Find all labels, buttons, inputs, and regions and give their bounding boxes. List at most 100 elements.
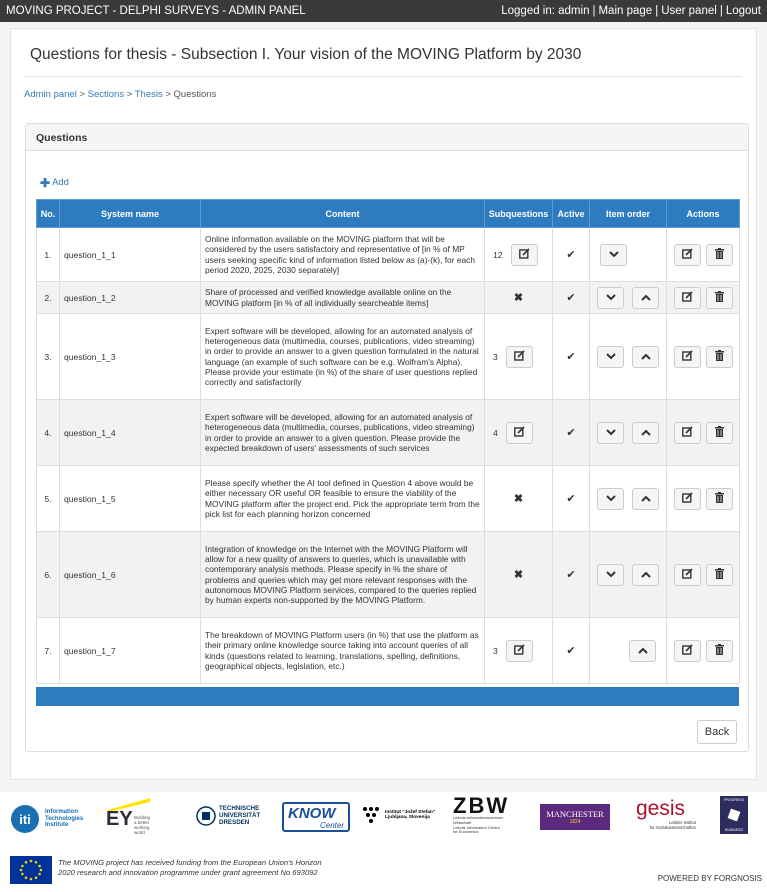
breadcrumb-sections[interactable]: Sections xyxy=(88,89,124,100)
cell-subquestions: 3 xyxy=(484,313,553,400)
page-title: Questions for thesis - Subsection I. You… xyxy=(30,46,582,63)
edit-subquestions-button[interactable] xyxy=(505,421,533,444)
manchester-logo: MANCHESTER 1824 xyxy=(540,804,610,830)
no-subquestions-icon: ✖ xyxy=(513,569,524,581)
edit-icon xyxy=(681,349,693,364)
move-up-button[interactable] xyxy=(629,639,656,662)
cell-active: ✔ xyxy=(552,281,590,314)
cell-content: Share of processed and verified knowledg… xyxy=(200,281,485,314)
cell-no: 6. xyxy=(36,531,60,618)
logout-link[interactable]: Logout xyxy=(726,5,761,17)
chevron-down-icon xyxy=(605,351,616,363)
move-up-button[interactable] xyxy=(632,421,659,444)
cell-item-order xyxy=(589,531,667,618)
cell-active: ✔ xyxy=(552,531,590,618)
header-content: Content xyxy=(200,199,485,228)
delete-question-button[interactable] xyxy=(705,563,733,586)
cell-content: The breakdown of MOVING Platform users (… xyxy=(200,617,485,684)
main-page-link[interactable]: Main page xyxy=(598,5,652,17)
move-up-button[interactable] xyxy=(632,345,659,368)
edit-subquestions-button[interactable] xyxy=(510,243,538,266)
subquestion-count: 3 xyxy=(493,351,498,362)
delete-question-button[interactable] xyxy=(705,421,733,444)
zbw-logo: ZBW Leibniz-Informationszentrum Wirtscha… xyxy=(453,793,510,835)
cell-subquestions: ✖ xyxy=(484,531,553,618)
cell-actions xyxy=(666,465,740,532)
cell-system-name: question_1_3 xyxy=(59,313,201,400)
funding-footer: The MOVING project has received funding … xyxy=(0,852,767,892)
edit-question-button[interactable] xyxy=(673,563,701,586)
cell-actions xyxy=(666,617,740,684)
move-up-button[interactable] xyxy=(632,563,659,586)
cell-actions xyxy=(666,227,740,282)
chevron-up-icon xyxy=(640,493,651,505)
breadcrumb: Admin panel > Sections > Thesis > Questi… xyxy=(24,89,217,100)
cell-item-order xyxy=(589,617,667,684)
chevron-up-icon xyxy=(640,292,651,304)
header-item-order: Item order xyxy=(589,199,667,228)
move-down-button[interactable] xyxy=(597,345,624,368)
user-panel-link[interactable]: User panel xyxy=(661,5,717,17)
delete-question-button[interactable] xyxy=(705,639,733,662)
add-question-button[interactable]: ✚ Add xyxy=(40,177,69,189)
know-center-logo: KNOW Center xyxy=(282,802,350,832)
check-icon: ✔ xyxy=(566,427,576,439)
edit-question-button[interactable] xyxy=(673,345,701,368)
trash-icon xyxy=(714,567,724,582)
delete-question-button[interactable] xyxy=(705,487,733,510)
edit-question-button[interactable] xyxy=(673,286,701,309)
delete-question-button[interactable] xyxy=(705,243,733,266)
check-icon: ✔ xyxy=(566,249,576,261)
cell-item-order xyxy=(589,399,667,466)
cell-no: 4. xyxy=(36,399,60,466)
move-up-button[interactable] xyxy=(632,487,659,510)
edit-subquestions-button[interactable] xyxy=(505,639,533,662)
move-down-button[interactable] xyxy=(597,286,624,309)
subquestion-count: 12 xyxy=(493,249,503,260)
questions-panel: Questions ✚ Add No. System name Content … xyxy=(25,123,749,752)
move-down-button[interactable] xyxy=(600,243,627,266)
header-active: Active xyxy=(552,199,590,228)
eu-flag-icon xyxy=(10,856,52,884)
cell-active: ✔ xyxy=(552,617,590,684)
move-down-button[interactable] xyxy=(597,421,624,444)
breadcrumb-current: Questions xyxy=(173,89,217,100)
breadcrumb-admin-panel[interactable]: Admin panel xyxy=(24,89,77,100)
ijs-icon xyxy=(363,807,379,823)
move-down-button[interactable] xyxy=(597,487,624,510)
trash-icon xyxy=(714,425,724,440)
header-no: No. xyxy=(36,199,60,228)
edit-question-button[interactable] xyxy=(673,243,701,266)
table-header-row: No. System name Content Subquestions Act… xyxy=(36,199,740,228)
edit-question-button[interactable] xyxy=(673,421,701,444)
delete-question-button[interactable] xyxy=(705,345,733,368)
edit-subquestions-button[interactable] xyxy=(505,345,533,368)
back-button[interactable]: Back xyxy=(697,720,737,744)
cell-subquestions: 12 xyxy=(484,227,553,282)
table-body: 1. question_1_1 Online information availab… xyxy=(36,227,740,684)
delete-question-button[interactable] xyxy=(705,286,733,309)
cell-subquestions: 4 xyxy=(484,399,553,466)
edit-question-button[interactable] xyxy=(673,487,701,510)
chevron-down-icon xyxy=(605,493,616,505)
header-actions: Actions xyxy=(666,199,740,228)
app-title: MOVING PROJECT - DELPHI SURVEYS - ADMIN … xyxy=(6,5,306,17)
progress-business-icon xyxy=(727,808,741,822)
cell-subquestions: ✖ xyxy=(484,281,553,314)
main-container: Questions for thesis - Subsection I. You… xyxy=(10,28,757,780)
breadcrumb-thesis[interactable]: Thesis xyxy=(135,89,163,100)
chevron-down-icon xyxy=(605,292,616,304)
table-row: 6. question_1_6 Integration of knowledge o… xyxy=(36,531,740,618)
chevron-up-icon xyxy=(640,569,651,581)
edit-icon xyxy=(513,643,525,658)
table-row: 7. question_1_7 The breakdown of MOVING Pl… xyxy=(36,617,740,684)
move-up-button[interactable] xyxy=(632,286,659,309)
check-icon: ✔ xyxy=(566,569,576,581)
edit-question-button[interactable] xyxy=(673,639,701,662)
cell-content: Expert software will be developed, allow… xyxy=(200,399,485,466)
move-down-button[interactable] xyxy=(597,563,624,586)
cell-content: Integration of knowledge on the Internet… xyxy=(200,531,485,618)
logged-in-label: Logged in: admin xyxy=(501,5,590,17)
progress-business-logo: PROGRESS BUSINESS xyxy=(720,796,748,834)
tu-dresden-icon xyxy=(196,806,216,826)
